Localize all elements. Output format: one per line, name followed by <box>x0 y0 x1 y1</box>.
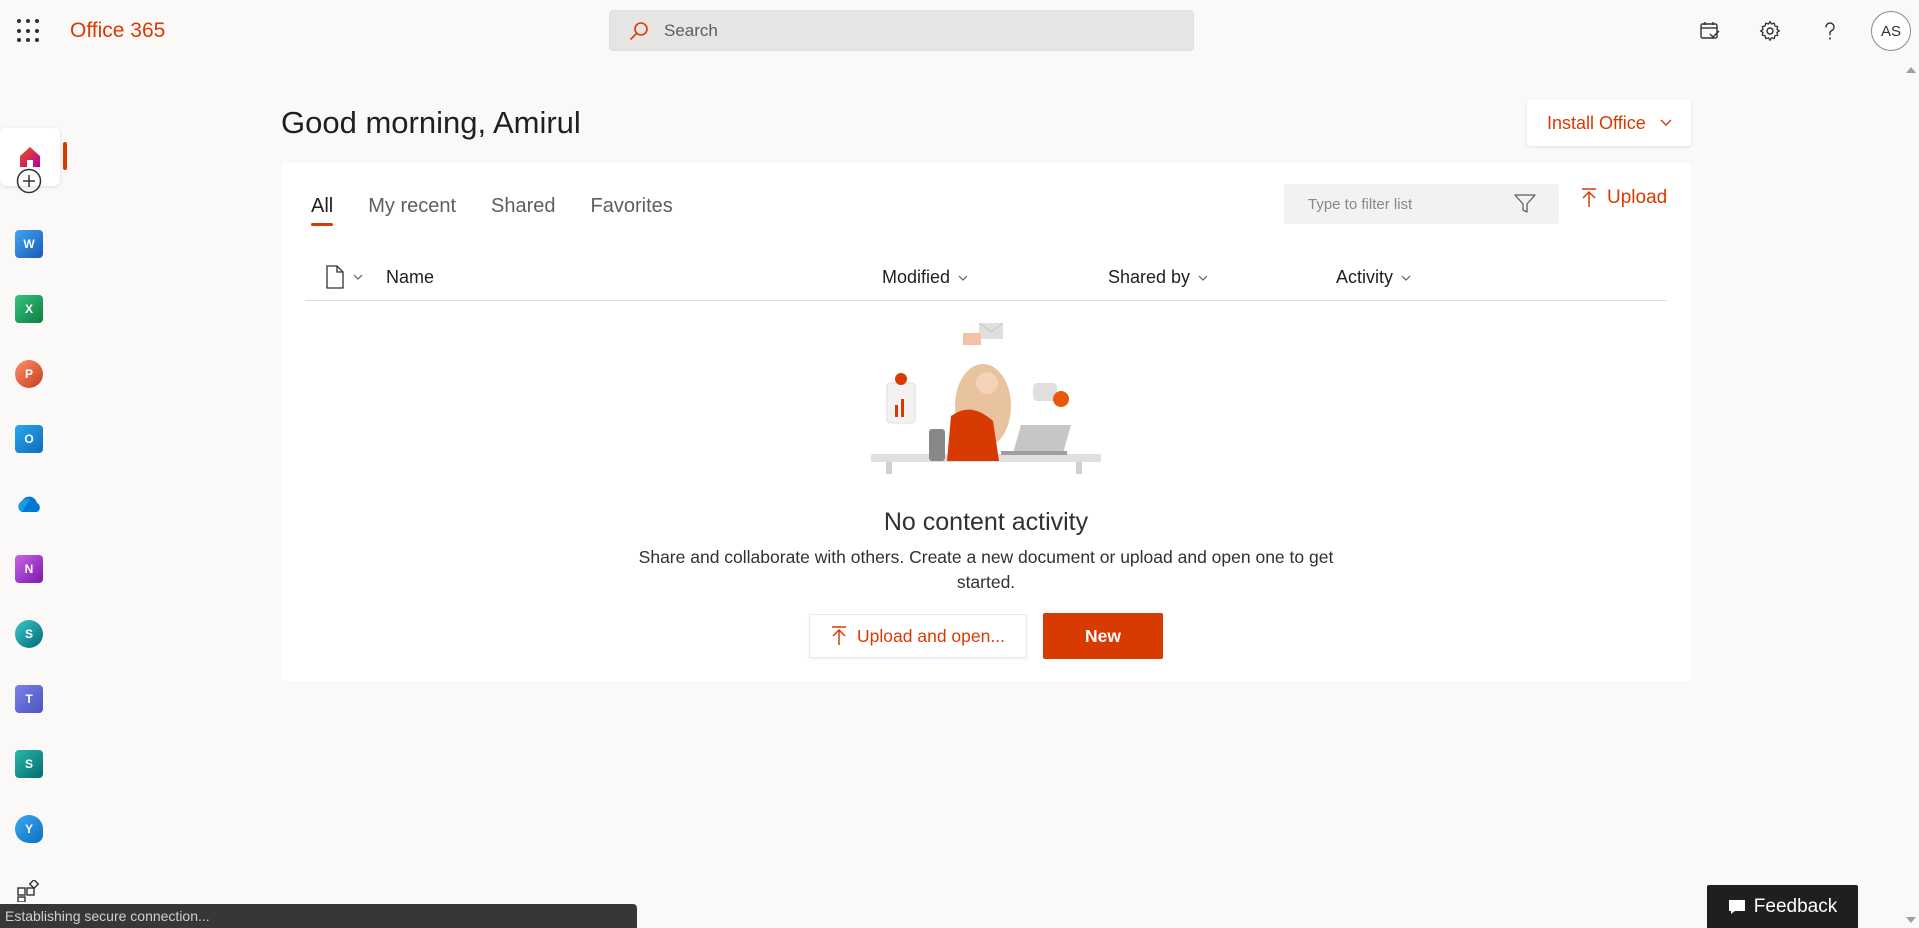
upload-arrow-icon <box>1582 188 1596 207</box>
chevron-down-icon <box>958 275 968 281</box>
yammer-app-button[interactable]: Y <box>10 810 48 848</box>
tab-all[interactable]: All <box>311 195 334 226</box>
scroll-up-arrow-icon[interactable] <box>1906 67 1916 73</box>
filter-funnel-icon[interactable] <box>1514 194 1536 214</box>
active-indicator <box>63 142 67 170</box>
excel-app-button[interactable]: X <box>10 290 48 328</box>
search-input[interactable] <box>664 20 1164 41</box>
content-card: All My recent Shared Favorites Upload <box>281 163 1691 681</box>
filter-input[interactable] <box>1284 195 1514 213</box>
page-greeting: Good morning, Amirul <box>281 105 581 140</box>
teams-icon: T <box>15 685 43 713</box>
my-day-icon[interactable] <box>1695 16 1725 46</box>
tab-favorites[interactable]: Favorites <box>591 195 673 226</box>
left-app-rail: W X P O N S T S Y <box>0 62 67 928</box>
user-avatar[interactable]: AS <box>1871 11 1911 51</box>
powerpoint-app-button[interactable]: P <box>10 355 48 393</box>
feedback-button[interactable]: Feedback <box>1707 885 1858 928</box>
outlook-icon: O <box>15 425 43 453</box>
column-modified[interactable]: Modified <box>882 267 968 288</box>
install-office-label: Install Office <box>1547 112 1646 133</box>
search-box[interactable] <box>609 10 1194 51</box>
upload-arrow-icon <box>832 626 847 645</box>
create-button[interactable] <box>10 162 48 200</box>
chevron-down-icon <box>1198 275 1208 281</box>
plus-circle-icon <box>16 168 42 194</box>
settings-gear-icon[interactable] <box>1755 16 1785 46</box>
onedrive-app-button[interactable] <box>10 485 48 523</box>
tab-shared[interactable]: Shared <box>491 195 556 226</box>
onedrive-cloud-icon <box>18 496 40 512</box>
app-launcher-icon[interactable] <box>14 16 44 46</box>
onenote-icon: N <box>15 555 43 583</box>
top-bar: Office 365 AS <box>0 0 1919 62</box>
sway-app-button[interactable]: S <box>10 745 48 783</box>
scroll-down-arrow-icon[interactable] <box>1906 917 1916 923</box>
upload-label: Upload <box>1607 187 1668 208</box>
tab-my-recent[interactable]: My recent <box>368 195 456 226</box>
page-scrollbar[interactable] <box>1902 62 1919 928</box>
feedback-label: Feedback <box>1753 895 1838 917</box>
chevron-down-icon <box>1401 275 1411 281</box>
powerpoint-icon: P <box>15 360 43 388</box>
sway-icon: S <box>15 750 43 778</box>
upload-and-open-button[interactable]: Upload and open... <box>809 614 1027 658</box>
word-icon: W <box>15 230 43 258</box>
empty-state-description: Share and collaborate with others. Creat… <box>638 547 1334 592</box>
all-apps-icon[interactable] <box>14 880 44 902</box>
column-activity[interactable]: Activity <box>1336 267 1411 288</box>
column-shared-by[interactable]: Shared by <box>1108 267 1208 288</box>
file-list-header: Name Modified Shared by Activity <box>305 259 1667 301</box>
document-icon <box>326 265 344 289</box>
brand-title[interactable]: Office 365 <box>70 19 165 43</box>
file-type-column[interactable] <box>317 265 363 289</box>
onenote-app-button[interactable]: N <box>10 550 48 588</box>
yammer-icon: Y <box>15 815 43 843</box>
excel-icon: X <box>15 295 43 323</box>
sharepoint-app-button[interactable]: S <box>10 615 48 653</box>
chevron-down-icon <box>353 274 363 280</box>
browser-status-bar: Establishing secure connection... <box>0 904 637 928</box>
new-document-button[interactable]: New <box>1043 613 1163 659</box>
column-name[interactable]: Name <box>386 267 434 288</box>
sharepoint-icon: S <box>15 620 43 648</box>
outlook-app-button[interactable]: O <box>10 420 48 458</box>
content-tabs: All My recent Shared Favorites <box>311 195 708 226</box>
install-office-button[interactable]: Install Office <box>1527 100 1691 146</box>
help-icon[interactable] <box>1815 16 1845 46</box>
upload-button[interactable]: Upload <box>1581 187 1667 209</box>
word-app-button[interactable]: W <box>10 225 48 263</box>
filter-box[interactable] <box>1284 184 1559 224</box>
empty-state-title: No content activity <box>883 508 1089 536</box>
chevron-down-icon <box>1660 119 1672 126</box>
search-icon <box>630 21 648 40</box>
upload-and-open-label: Upload and open... <box>857 625 1005 646</box>
chat-bubble-icon <box>1728 899 1745 914</box>
teams-app-button[interactable]: T <box>10 680 48 718</box>
empty-state-illustration <box>871 322 1101 474</box>
